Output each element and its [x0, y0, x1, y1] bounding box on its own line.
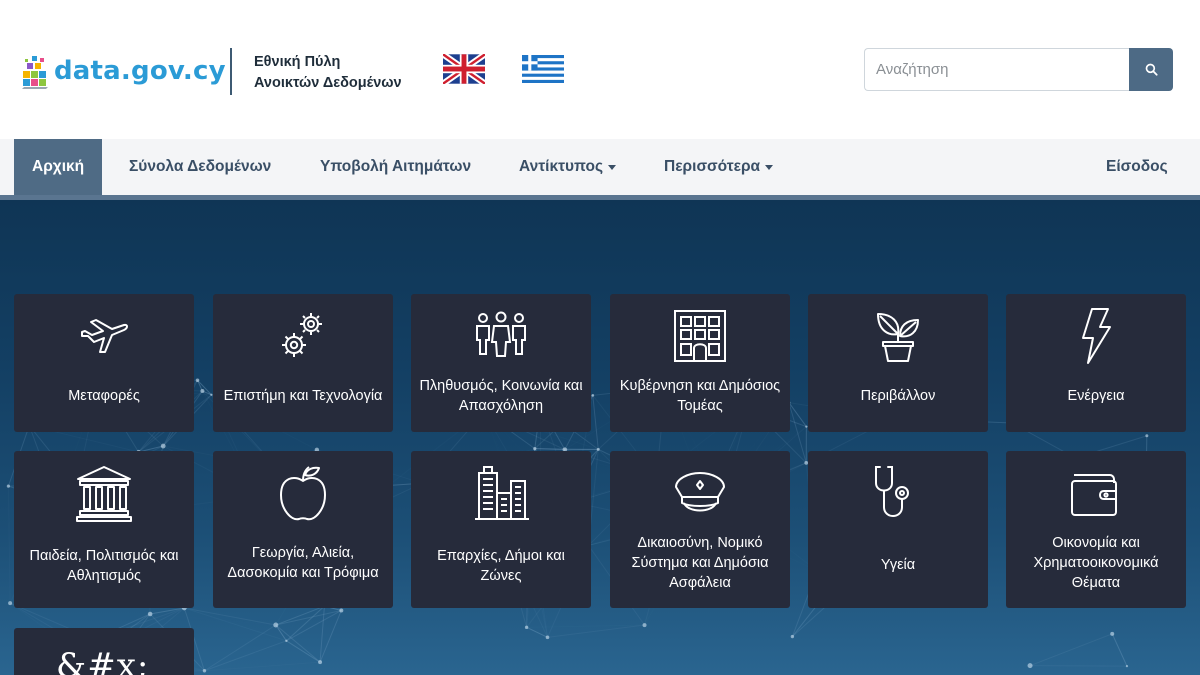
category-label: Μεταφορές [68, 388, 140, 404]
people-icon [476, 311, 526, 357]
plant-icon [877, 313, 919, 362]
stethoscope-icon [875, 466, 909, 517]
search-button[interactable] [1129, 48, 1173, 91]
partial-tile-text: &#x; [56, 646, 150, 675]
category-tile-education[interactable]: Παιδεία, Πολιτισμός και Αθλητισμός [14, 451, 194, 608]
lightning-icon [1082, 308, 1111, 364]
caret-down-icon [608, 165, 617, 170]
caret-down-icon [765, 165, 774, 170]
logo-text: data.gov.cy [54, 56, 226, 86]
category-label: Υγεία [880, 557, 916, 573]
uk-flag-icon[interactable] [443, 54, 485, 84]
gears-icon [282, 313, 322, 357]
search-icon [1145, 63, 1158, 76]
nav-requests-label: Υποβολή Αιτημάτων [320, 158, 472, 175]
police-cap-icon [675, 472, 725, 512]
nav-requests[interactable]: Υποβολή Αιτημάτων [320, 139, 471, 195]
category-label: Ενέργεια [1067, 388, 1125, 404]
nav-login-label: Είσοδος [1106, 158, 1168, 175]
category-label: Πληθυσμός, Κοινωνία και Απασχόληση [419, 378, 583, 414]
nav-more-label: Περισσότερα [664, 158, 761, 175]
airplane-icon [81, 319, 128, 353]
category-label: Δικαιοσύνη, Νομικό Σύστημα και Δημόσια Α… [631, 535, 769, 591]
category-tile-population[interactable]: Πληθυσμός, Κοινωνία και Απασχόληση [411, 294, 591, 432]
site-header: data.gov.cy Εθνική Πύλη Ανοικτών Δεδομέν… [0, 0, 1200, 139]
search-input[interactable] [864, 48, 1129, 91]
category-tile-energy[interactable]: Ενέργεια [1006, 294, 1186, 432]
category-tile-regions[interactable]: Επαρχίες, Δήμοι και Ζώνες [411, 451, 591, 608]
logo-cubes-icon [22, 56, 48, 89]
building-icon [674, 310, 726, 362]
nav-login[interactable]: Είσοδος [1106, 139, 1168, 195]
site-logo[interactable]: data.gov.cy [20, 48, 226, 94]
category-tile-economy[interactable]: Οικονομία και Χρηματοοικονομικά Θέματα [1006, 451, 1186, 608]
nav-home[interactable]: Αρχική [14, 139, 103, 195]
nav-impact-label: Αντίκτυπος [519, 158, 604, 175]
portal-title-line2: Ανοικτών Δεδομένων [254, 75, 402, 91]
city-icon [475, 466, 529, 520]
category-label: Παιδεία, Πολιτισμός και Αθλητισμός [29, 548, 179, 584]
category-tile-partial[interactable]: &#x; [14, 628, 194, 675]
nav-home-label: Αρχική [32, 158, 85, 175]
category-tile-justice[interactable]: Δικαιοσύνη, Νομικό Σύστημα και Δημόσια Α… [610, 451, 790, 608]
wallet-icon [1071, 474, 1117, 516]
nav-more-dropdown[interactable]: Περισσότερα [664, 139, 774, 195]
category-tile-transport[interactable]: Μεταφορές [14, 294, 194, 432]
category-label: Οικονομία και Χρηματοοικονομικά Θέματα [1033, 535, 1159, 591]
nav-impact-dropdown[interactable]: Αντίκτυπος [519, 139, 617, 195]
hero-section: Μεταφορές Επιστήμη και Τεχνολογία Πληθυσ… [0, 200, 1200, 675]
nav-datasets-label: Σύνολα Δεδομένων [129, 158, 272, 175]
search-bar [864, 48, 1173, 91]
main-nav: Αρχική Σύνολα Δεδομένων Υποβολή Αιτημάτω… [0, 139, 1200, 195]
category-label: Επαρχίες, Δήμοι και Ζώνες [437, 548, 565, 584]
category-tile-agriculture[interactable]: Γεωργία, Αλιεία, Δασοκομία και Τρόφιμα [213, 451, 393, 608]
category-tile-environment[interactable]: Περιβάλλον [808, 294, 988, 432]
header-divider [230, 48, 232, 95]
category-label: Γεωργία, Αλιεία, Δασοκομία και Τρόφιμα [227, 545, 379, 581]
apple-icon [280, 466, 326, 521]
category-label: Κυβέρνηση και Δημόσιος Τομέας [619, 378, 781, 414]
portal-title-line1: Εθνική Πύλη [254, 54, 341, 70]
portal-title: Εθνική Πύλη Ανοικτών Δεδομένων [254, 52, 402, 94]
category-label: Επιστήμη και Τεχνολογία [223, 388, 383, 404]
greek-flag-icon[interactable] [522, 54, 564, 84]
nav-datasets[interactable]: Σύνολα Δεδομένων [129, 139, 271, 195]
category-tile-health[interactable]: Υγεία [808, 451, 988, 608]
category-tile-science[interactable]: Επιστήμη και Τεχνολογία [213, 294, 393, 432]
category-label: Περιβάλλον [860, 388, 936, 404]
category-tile-government[interactable]: Κυβέρνηση και Δημόσιος Τομέας [610, 294, 790, 432]
museum-icon [76, 466, 132, 522]
